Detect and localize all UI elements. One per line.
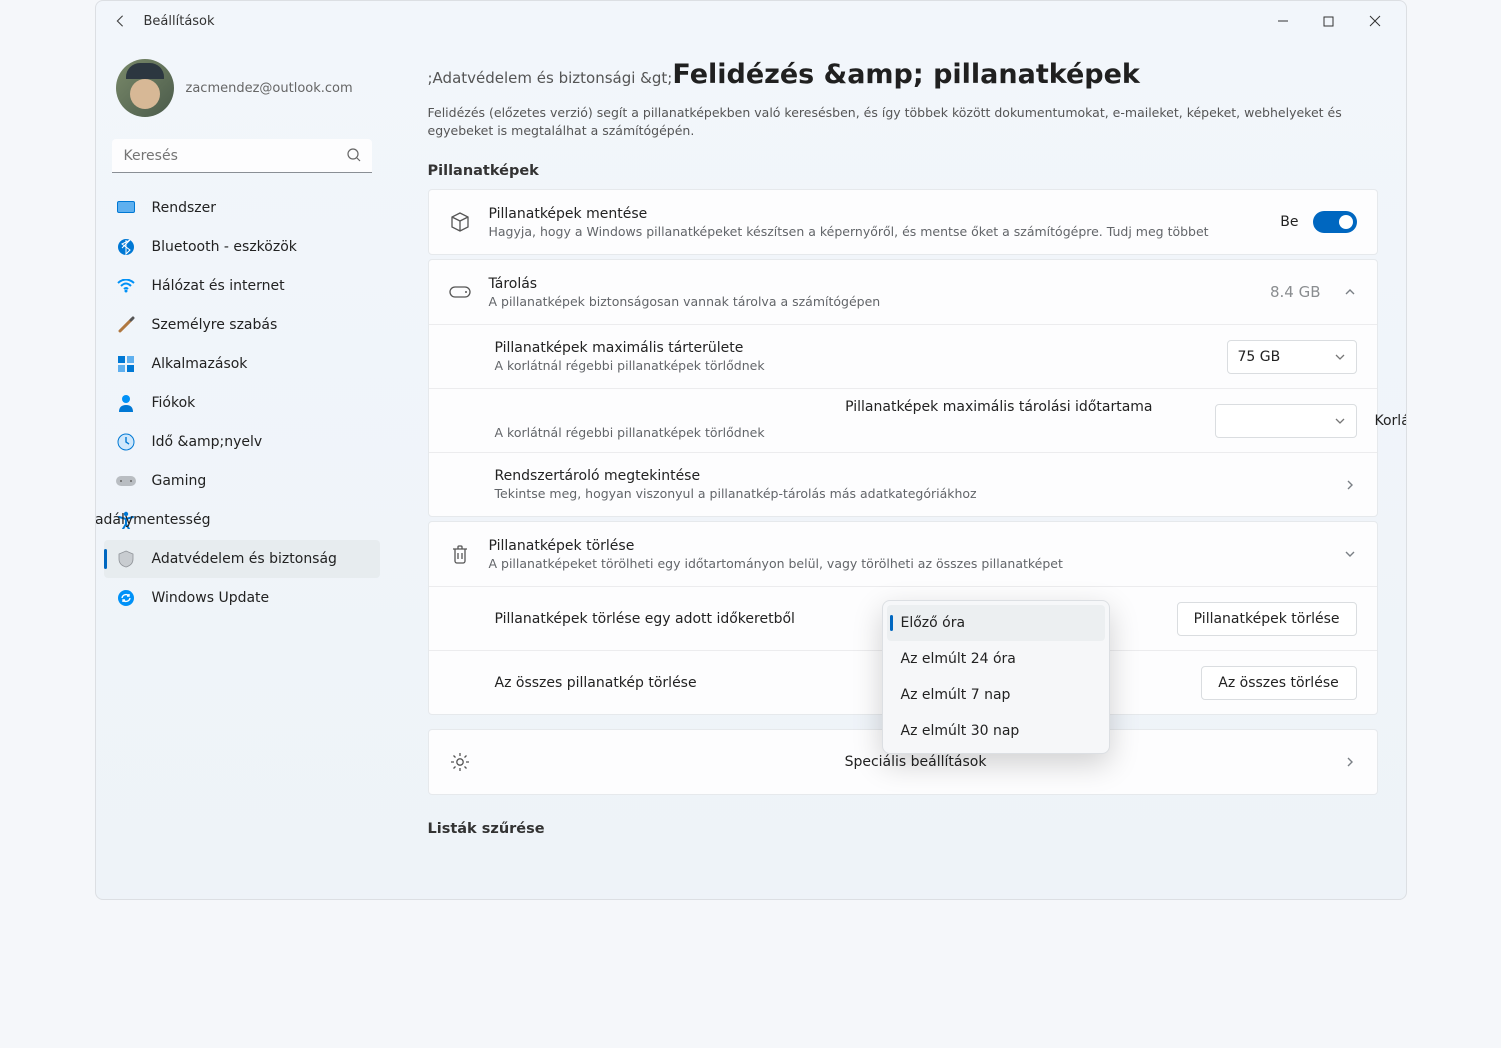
storage-title: Tárolás <box>489 276 1270 292</box>
section-snapshots-heading: Pillanatképek <box>428 163 1378 179</box>
nav-item-accessibility[interactable]: Akadálymentesség <box>104 501 380 539</box>
search-input[interactable] <box>112 139 372 173</box>
trash-icon <box>449 543 471 565</box>
person-icon <box>116 393 136 413</box>
save-snapshots-sub: Hagyja, hogy a Windows pillanatképeket k… <box>489 224 1281 239</box>
max-storage-select[interactable]: 75 GB <box>1227 340 1357 374</box>
shield-icon <box>116 549 136 569</box>
profile-email: zacmendez@outlook.com <box>186 81 353 96</box>
titlebar: Beállítások <box>96 1 1406 41</box>
delete-all-button[interactable]: Az összes törlése <box>1201 666 1357 700</box>
view-storage-row[interactable]: Rendszertároló megtekintése Tekintse meg… <box>429 452 1377 516</box>
minimize-button[interactable] <box>1260 5 1306 37</box>
section-filter-heading: Listák szűrése <box>428 821 1378 837</box>
card-storage: Tárolás A pillanatképek biztonságosan va… <box>428 259 1378 517</box>
nav-item-accounts[interactable]: Fiókok <box>104 384 380 422</box>
nav-item-network[interactable]: Hálózat és internet <box>104 267 380 305</box>
nav-item-gaming[interactable]: Gaming <box>104 462 380 500</box>
gear-icon <box>449 751 471 773</box>
chevron-right-icon <box>1343 478 1357 492</box>
breadcrumb[interactable]: ;Adatvédelem és biztonsági &gt; <box>428 69 673 87</box>
chevron-down-icon <box>1334 351 1346 363</box>
time-range-dropdown: Előző óra Az elmúlt 24 óra Az elmúlt 7 n… <box>882 600 1110 754</box>
page-description: Felidézés (előzetes verzió) segít a pill… <box>428 104 1378 139</box>
wifi-icon <box>116 276 136 296</box>
app-title: Beállítások <box>144 14 215 29</box>
storage-sub: A pillanatképek biztonságosan vannak tár… <box>489 294 1270 309</box>
chevron-down-icon <box>1343 547 1357 561</box>
delete-range-title: Pillanatképek törlése egy adott időkeret… <box>495 611 939 627</box>
maximize-icon <box>1323 16 1334 27</box>
chevron-down-icon <box>1334 415 1346 427</box>
gamepad-icon <box>116 471 136 491</box>
bluetooth-icon <box>116 237 136 257</box>
cube-icon <box>449 211 471 233</box>
nav-item-time-language[interactable]: Idő &amp;nyelv <box>104 423 380 461</box>
storage-header-row[interactable]: Tárolás A pillanatképek biztonságosan va… <box>429 260 1377 324</box>
dropdown-option[interactable]: Előző óra <box>887 605 1105 641</box>
storage-value: 8.4 GB <box>1270 283 1321 301</box>
settings-window: Beállítások zacmendez@outlook.com Rendsz… <box>95 0 1407 900</box>
avatar <box>116 59 174 117</box>
delete-header-row[interactable]: Pillanatképek törlése A pillanatképeket … <box>429 522 1377 586</box>
page-title: Felidézés &amp; pillanatképek <box>672 59 1140 90</box>
nav-item-personalization[interactable]: Személyre szabás <box>104 306 380 344</box>
nav-item-privacy[interactable]: Adatvédelem és biztonság <box>104 540 380 578</box>
nav-item-windows-update[interactable]: Windows Update <box>104 579 380 617</box>
view-storage-sub: Tekintse meg, hogyan viszonyul a pillana… <box>495 486 1343 501</box>
max-time-sub: A korlátnál régebbi pillanatképek törlőd… <box>495 425 1215 440</box>
apps-icon <box>116 354 136 374</box>
profile-block[interactable]: zacmendez@outlook.com <box>104 51 380 135</box>
dropdown-option[interactable]: Az elmúlt 24 óra <box>887 641 1105 677</box>
search-icon <box>346 147 362 163</box>
dropdown-option[interactable]: Az elmúlt 7 nap <box>887 677 1105 713</box>
search-box <box>112 139 372 173</box>
minimize-icon <box>1277 15 1289 27</box>
main-content: ;Adatvédelem és biztonsági &gt; Felidézé… <box>388 41 1406 899</box>
save-snapshots-toggle[interactable] <box>1313 211 1357 233</box>
hdd-icon <box>449 281 471 303</box>
delete-sub: A pillanatképeket törölheti egy időtarto… <box>489 556 1343 571</box>
advanced-title: Speciális beállítások <box>489 754 1343 770</box>
card-save-snapshots: Pillanatképek mentése Hagyja, hogy a Win… <box>428 189 1378 255</box>
card-delete-snapshots: Pillanatképek törlése A pillanatképeket … <box>428 521 1378 715</box>
dropdown-option[interactable]: Az elmúlt 30 nap <box>887 713 1105 749</box>
max-time-select[interactable] <box>1215 404 1357 438</box>
brush-icon <box>116 315 136 335</box>
max-storage-title: Pillanatképek maximális tárterülete <box>495 340 1227 356</box>
view-storage-title: Rendszertároló megtekintése <box>495 468 1343 484</box>
arrow-left-icon <box>113 14 127 28</box>
clock-icon <box>116 432 136 452</box>
close-button[interactable] <box>1352 5 1398 37</box>
back-button[interactable] <box>104 5 136 37</box>
nav-item-bluetooth[interactable]: Bluetooth - eszközök <box>104 228 380 266</box>
max-storage-row: Pillanatképek maximális tárterülete A ko… <box>429 324 1377 388</box>
nav-item-system[interactable]: Rendszer <box>104 189 380 227</box>
max-storage-sub: A korlátnál régebbi pillanatképek törlőd… <box>495 358 1227 373</box>
chevron-right-icon <box>1343 755 1357 769</box>
delete-range-button[interactable]: Pillanatképek törlése <box>1177 602 1357 636</box>
maximize-button[interactable] <box>1306 5 1352 37</box>
max-time-title: Pillanatképek maximális tárolási időtart… <box>845 399 1152 415</box>
toggle-state-label: Be <box>1280 214 1298 230</box>
delete-title: Pillanatképek törlése <box>489 538 1343 554</box>
close-icon <box>1369 15 1381 27</box>
nav-list: Rendszer Bluetooth - eszközök Hálózat és… <box>104 189 380 617</box>
save-snapshots-title: Pillanatképek mentése <box>489 206 1281 222</box>
update-icon <box>116 588 136 608</box>
display-icon <box>116 198 136 218</box>
max-time-row: Pillanatképek maximális tárolási időtart… <box>429 388 1377 452</box>
nav-item-apps[interactable]: Alkalmazások <box>104 345 380 383</box>
chevron-up-icon <box>1343 285 1357 299</box>
sidebar: zacmendez@outlook.com Rendszer Bluetooth… <box>96 41 388 899</box>
max-time-value-overflow: Korlátlan <box>1375 413 1406 429</box>
